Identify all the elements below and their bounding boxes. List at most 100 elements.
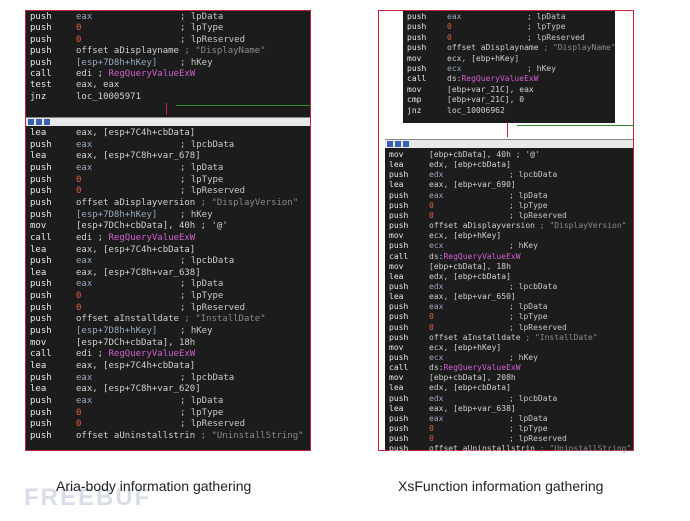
- asm-mnemonic: call: [407, 74, 427, 84]
- asm-operand-segment: 0: [76, 174, 82, 185]
- asm-line: lea eax, [esp+7C8h+var_638]: [30, 268, 314, 280]
- right-bottom-block: mov [ebp+cbData], 40h ; '@' lea edx, [ebp+c…: [385, 139, 633, 453]
- asm-mnemonic: mov: [389, 342, 404, 352]
- asm-mnemonic: push: [389, 353, 409, 362]
- asm-operands: eax: [76, 140, 92, 152]
- asm-operand-segment: edx: [429, 170, 444, 180]
- asm-mnemonic: push: [389, 413, 409, 423]
- asm-operands: eax: [429, 414, 443, 424]
- asm-mnemonic: push: [30, 279, 52, 290]
- asm-mnemonic: push: [30, 372, 52, 383]
- asm-comment: ; lpType: [509, 424, 548, 434]
- asm-operand-segment: eax: [76, 372, 93, 383]
- asm-comment: ; hKey: [509, 241, 538, 251]
- asm-line: push ecx ; hKey: [389, 353, 637, 363]
- asm-mnemonic: push: [30, 23, 52, 34]
- caption-right: XsFunction information gathering: [398, 478, 604, 494]
- asm-line: push eax ; lpcbData: [30, 140, 314, 152]
- asm-operand-segment: ; "InstallDate": [520, 332, 598, 342]
- asm-line: push [esp+7D8h+hKey] ; hKey: [30, 58, 291, 69]
- asm-comment: ; lpReserved: [509, 210, 567, 220]
- asm-line: push offset aDisplayname ; "DisplayName": [30, 46, 291, 57]
- asm-mnemonic: push: [30, 430, 52, 441]
- asm-operand-segment: eax, [esp+7C8h+var_638]: [76, 267, 201, 278]
- asm-operand-segment: ds:: [447, 74, 462, 84]
- asm-operands: offset aDisplayname ; "DisplayName": [447, 43, 615, 53]
- asm-operand-segment: ecx: [429, 353, 444, 362]
- asm-mnemonic: lea: [30, 361, 47, 371]
- asm-comment: ; hKey: [509, 353, 538, 362]
- asm-line: push eax ; lpData: [30, 163, 314, 175]
- asm-line: lea edx, [ebp+cbData]: [389, 160, 637, 170]
- asm-operands: eax: [76, 373, 92, 385]
- asm-line: cmp [ebp+var_21C], 0: [407, 95, 615, 105]
- asm-line: push [esp+7D8h+hKey] ; hKey: [30, 210, 314, 222]
- right-top-block: push eax ; lpData push 0 ; lpType push 0 ; lpRes…: [403, 11, 615, 123]
- asm-operand-segment: ecx: [447, 64, 462, 73]
- asm-operands: loc_10005971: [76, 92, 141, 103]
- asm-line: push ecx ; hKey: [407, 64, 615, 74]
- asm-line: push 0 ; lpType: [30, 23, 291, 34]
- asm-line: push offset aInstalldate ; "InstallDate": [30, 314, 314, 326]
- asm-line: mov [ebp+cbData], 40h ; '@': [389, 150, 637, 160]
- asm-mnemonic: lea: [30, 151, 47, 162]
- asm-operand-segment: edi ;: [76, 232, 109, 243]
- asm-mnemonic: cmp: [407, 95, 422, 105]
- asm-line: push 0 ; lpType: [389, 424, 637, 434]
- asm-mnemonic: push: [389, 190, 409, 200]
- asm-comment: ; lpType: [180, 23, 224, 34]
- asm-comment: ; lpData: [509, 190, 548, 200]
- asm-operand-segment: eax: [429, 413, 444, 423]
- asm-line: push edx ; lpcbData: [389, 282, 637, 292]
- asm-line: call ds:RegQueryValueExW: [407, 74, 615, 84]
- asm-operand-segment: offset aInstalldate: [76, 314, 179, 325]
- asm-mnemonic: push: [30, 395, 52, 406]
- asm-comment: ; lpReserved: [180, 34, 246, 45]
- asm-mnemonic: push: [30, 407, 52, 418]
- asm-line: mov ecx, [ebp+hKey]: [389, 231, 637, 241]
- asm-operand-segment: 0: [76, 23, 82, 34]
- asm-operand-segment: edx: [429, 393, 444, 403]
- asm-operand-segment: eax, [ebp+var_638]: [429, 403, 516, 413]
- asm-operands: ecx: [429, 241, 443, 251]
- asm-mnemonic: push: [30, 197, 52, 208]
- asm-operand-segment: eax: [76, 395, 93, 406]
- asm-comment: ; lpData: [509, 413, 548, 423]
- asm-operands: [ebp+var_21C], eax: [447, 85, 534, 95]
- asm-operands: eax, [ebp+var_690]: [429, 180, 516, 190]
- asm-operand-segment: [esp+7DCh+cbData], 40h ; '@': [76, 221, 228, 232]
- asm-operand-segment: ds:: [429, 251, 444, 261]
- asm-line: push offset aDisplayversion ; "DisplayVer…: [389, 221, 637, 231]
- asm-operand-segment: eax: [76, 12, 93, 22]
- asm-comment: ; lpData: [180, 162, 224, 173]
- asm-operand-segment: 0: [429, 312, 434, 322]
- asm-operands: ecx: [429, 353, 443, 363]
- asm-operands: [ebp+cbData], 18h: [429, 262, 511, 272]
- asm-mnemonic: push: [30, 186, 52, 197]
- left-block-header: [26, 118, 310, 126]
- asm-mnemonic: mov: [389, 231, 404, 241]
- asm-comment: ; lpcbData: [180, 256, 235, 267]
- asm-line: lea eax, [esp+7C4h+cbData]: [30, 128, 314, 140]
- asm-mnemonic: push: [389, 221, 409, 231]
- asm-operand-segment: [ebp+cbData], 40h ; '@': [429, 150, 540, 159]
- asm-operands: offset aUninstallstrin ; "UninstallStrin…: [76, 431, 304, 443]
- asm-line: push 0 ; lpType: [30, 408, 314, 420]
- asm-line: push eax ; lpData: [389, 191, 637, 201]
- asm-comment: ; lpcbData: [180, 372, 235, 383]
- asm-operand-segment: 0: [76, 419, 82, 430]
- asm-operands: offset aDisplayname ; "DisplayName": [76, 46, 266, 57]
- asm-line: lea eax, [ebp+var_638]: [389, 404, 637, 414]
- asm-operands: ecx, [ebp+hKey]: [447, 54, 519, 64]
- asm-line: push edx ; lpcbData: [389, 170, 637, 180]
- asm-operand-segment: [esp+7D8h+hKey]: [76, 326, 158, 337]
- asm-operand-segment: eax, [ebp+var_650]: [429, 292, 516, 302]
- asm-line: push 0 ; lpReserved: [30, 186, 314, 198]
- asm-operands: edi ; RegQueryValueExW: [76, 69, 195, 80]
- asm-line: lea edx, [ebp+cbData]: [389, 272, 637, 282]
- asm-mnemonic: push: [389, 312, 409, 322]
- asm-operand-segment: eax, [esp+7C4h+cbData]: [76, 128, 196, 138]
- asm-line: mov [ebp+var_21C], eax: [407, 85, 615, 95]
- asm-comment: ; lpcbData: [509, 281, 558, 291]
- asm-line: call ds:RegQueryValueExW: [389, 252, 637, 262]
